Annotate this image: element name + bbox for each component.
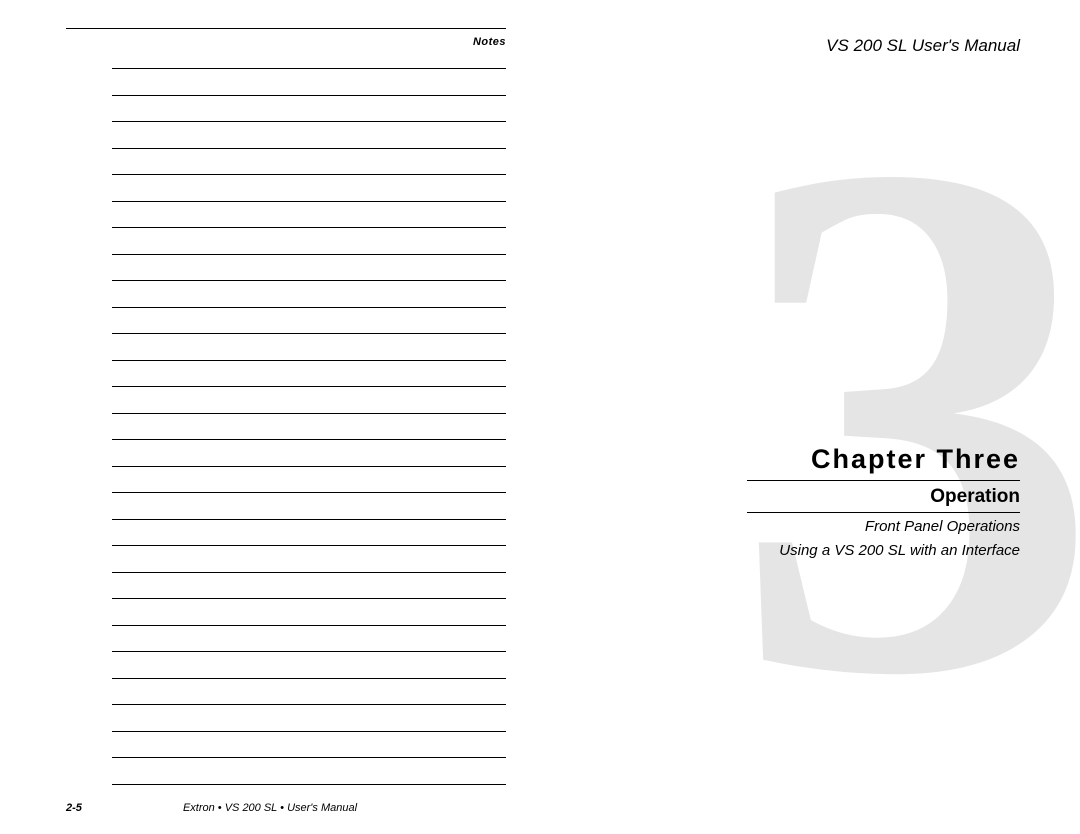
left-page: Notes 2-5 Extron • VS 200 SL • User's Ma… — [0, 0, 540, 834]
note-line — [112, 757, 506, 758]
left-content: Notes — [66, 28, 506, 794]
chapter-title: Chapter Three — [811, 444, 1020, 475]
note-line — [112, 95, 506, 96]
chapter-number-watermark: 3 — [731, 86, 1071, 752]
note-line — [112, 254, 506, 255]
note-line — [112, 68, 506, 69]
note-line — [112, 333, 506, 334]
note-lines-area — [112, 68, 506, 810]
note-line — [112, 413, 506, 414]
note-line — [112, 360, 506, 361]
right-page: 3 VS 200 SL User's Manual Chapter Three … — [540, 0, 1080, 834]
note-line — [112, 121, 506, 122]
note-line — [112, 174, 506, 175]
note-line — [112, 598, 506, 599]
note-line — [112, 148, 506, 149]
note-line — [112, 519, 506, 520]
note-line — [112, 386, 506, 387]
note-line — [112, 651, 506, 652]
section-title: Operation — [930, 486, 1020, 508]
subsection-2: Using a VS 200 SL with an Interface — [779, 542, 1020, 559]
note-line — [112, 280, 506, 281]
note-line — [112, 492, 506, 493]
note-line — [112, 545, 506, 546]
divider-rule — [747, 480, 1020, 481]
notes-header-label: Notes — [473, 36, 506, 48]
footer-text: Extron • VS 200 SL • User's Manual — [0, 802, 540, 814]
manual-title: VS 200 SL User's Manual — [826, 36, 1020, 56]
note-line — [112, 201, 506, 202]
note-line — [112, 731, 506, 732]
note-line — [112, 704, 506, 705]
note-line — [112, 784, 506, 785]
note-line — [112, 678, 506, 679]
note-line — [112, 307, 506, 308]
note-line — [112, 227, 506, 228]
top-rule — [66, 28, 506, 29]
page-spread: Notes 2-5 Extron • VS 200 SL • User's Ma… — [0, 0, 1080, 834]
divider-rule — [747, 512, 1020, 513]
note-line — [112, 572, 506, 573]
note-line — [112, 625, 506, 626]
subsection-1: Front Panel Operations — [865, 518, 1020, 535]
note-line — [112, 466, 506, 467]
note-line — [112, 439, 506, 440]
